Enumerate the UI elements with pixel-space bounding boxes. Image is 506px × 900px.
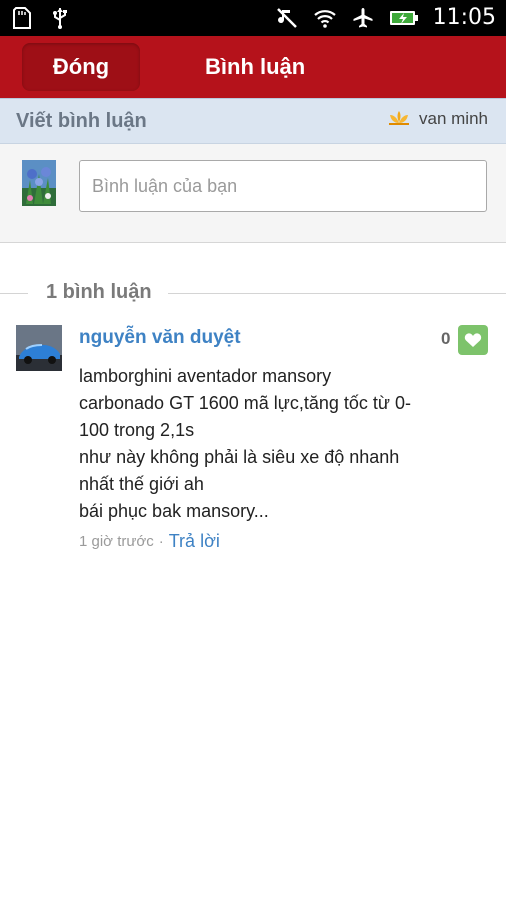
user-name: van minh [419, 109, 488, 128]
write-comment-title: Viết bình luận [16, 110, 147, 132]
app-bar: Đóng Bình luận [0, 36, 506, 98]
current-user[interactable]: van minh [387, 109, 488, 129]
commenter-avatar[interactable] [16, 325, 62, 371]
status-bar: 11:05 [0, 0, 506, 36]
lotus-icon [389, 111, 410, 125]
divider-line-left [0, 293, 28, 294]
comment-compose-area [0, 144, 506, 243]
comment-line: lamborghini aventador mansory [79, 366, 332, 386]
divider-line-right [168, 293, 506, 294]
comment-count: 1 bình luận [46, 281, 152, 303]
comment-line: carbonado GT 1600 mã lực,tăng tốc từ 0- [79, 393, 411, 413]
sd-card-icon [13, 7, 31, 29]
comment-line: bái phục bak mansory... [79, 501, 269, 521]
comment-line: 100 trong 2,1s [79, 420, 195, 440]
mute-icon [276, 8, 297, 28]
comment-line: nhất thế giới ah [79, 474, 204, 494]
reply-link[interactable]: Trả lời [169, 531, 220, 552]
heart-icon [464, 333, 482, 347]
usb-icon [53, 8, 67, 29]
close-button[interactable]: Đóng [22, 43, 140, 91]
clock: 11:05 [432, 5, 496, 30]
meta-separator: · [158, 533, 164, 550]
airplane-icon [353, 8, 373, 28]
page-title: Bình luận [205, 54, 306, 79]
comment-line: như này không phải là siêu xe độ nhanh [79, 447, 400, 467]
user-avatar [22, 160, 56, 206]
like-button[interactable] [458, 325, 488, 355]
like-count: 0 [441, 329, 451, 348]
comments-count-divider: 1 bình luận [0, 278, 506, 308]
battery-charging-icon [389, 11, 418, 25]
comment-timestamp: 1 giờ trước [79, 533, 154, 550]
comment-input[interactable] [79, 160, 487, 212]
comment-body: lamborghini aventador mansory carbonado … [79, 363, 459, 525]
wifi-icon [313, 10, 336, 28]
comment-meta: 1 giờ trước · Trả lời [79, 531, 220, 552]
write-comment-header: Viết bình luận van minh [0, 98, 506, 144]
comment-author[interactable]: nguyễn văn duyệt [79, 327, 241, 349]
